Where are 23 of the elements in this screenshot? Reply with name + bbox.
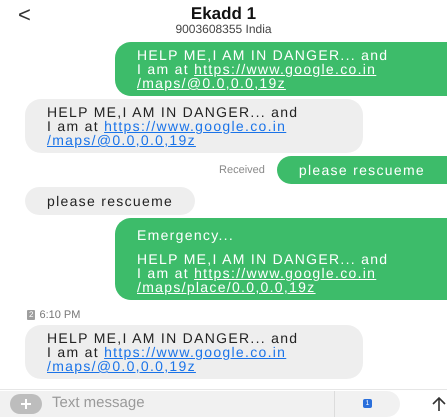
- message-text: HELP ME,I AM IN DANGER... and: [137, 47, 388, 63]
- message-status: Received: [219, 162, 265, 178]
- message-text: Emergency...: [137, 228, 236, 242]
- send-arrow-icon[interactable]: [432, 396, 446, 412]
- message-link[interactable]: https://www.google.co.in: [194, 61, 376, 77]
- message-text: please rescueme: [298, 162, 425, 178]
- back-button[interactable]: <: [18, 4, 31, 26]
- message-link[interactable]: https://www.google.co.in: [104, 118, 286, 134]
- message-text: please rescueme: [47, 193, 174, 209]
- phone-number: 9003608355 India: [175, 23, 272, 36]
- message-text: I am at: [137, 265, 189, 281]
- message-text: HELP ME,I AM IN DANGER... and: [47, 330, 298, 346]
- message-text: I am at: [47, 118, 99, 134]
- contact-name: Ekadd 1: [190, 5, 256, 23]
- message-text: I am at: [137, 61, 189, 77]
- message-text: I am at: [47, 344, 99, 360]
- message-text: HELP ME,I AM IN DANGER... and: [47, 104, 298, 120]
- plus-icon: [20, 398, 32, 410]
- message-time: 6:10 PM: [39, 308, 80, 323]
- sim-icon: 2: [27, 310, 36, 320]
- message-text: HELP ME,I AM IN DANGER... and: [137, 251, 388, 267]
- message-link[interactable]: https://www.google.co.in: [104, 344, 286, 360]
- message-link[interactable]: https://www.google.co.in: [194, 265, 376, 281]
